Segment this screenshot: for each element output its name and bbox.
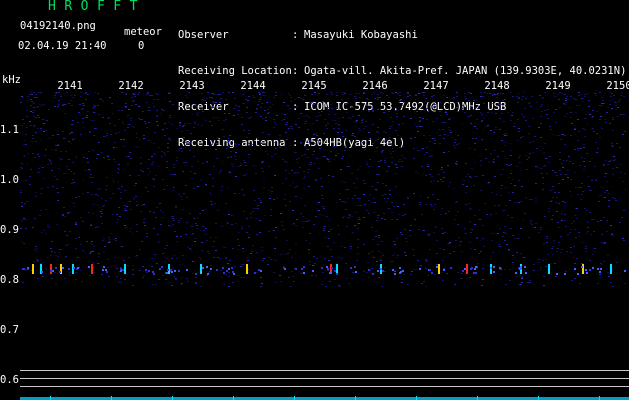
x-tick-label: 2142 (118, 80, 144, 92)
x-tick-label: 2150 (606, 80, 629, 92)
spectrogram (20, 92, 629, 400)
noise-field (20, 92, 627, 287)
info-row-observer: Observer: Masayuki Kobayashi (178, 29, 418, 41)
x-tick-label: 2149 (545, 80, 571, 92)
y-tick-label: 0.9 (0, 224, 19, 236)
y-tick-label: 0.6 (0, 374, 19, 386)
meteor-count: 0 (138, 40, 145, 52)
y-tick-label: 0.7 (0, 324, 19, 336)
info-key: Observer (178, 29, 229, 41)
spectrogram-canvas (20, 92, 629, 400)
echo-band (22, 264, 626, 275)
baseline-lines (20, 370, 629, 387)
info-key: Receiving Location (178, 65, 292, 77)
y-tick-label: 0.8 (0, 274, 19, 286)
x-tick-label: 2146 (362, 80, 388, 92)
file-name: 04192140.png (20, 20, 96, 32)
x-tick-label: 2148 (484, 80, 510, 92)
date-time: 02.04.19 21:40 (18, 40, 107, 52)
y-tick-label: 1.1 (0, 124, 19, 136)
y-tick-label: 1.0 (0, 174, 19, 186)
x-tick-label: 2145 (301, 80, 327, 92)
x-tick-label: 2143 (179, 80, 205, 92)
minute-ticks (20, 396, 629, 400)
info-row-location: Receiving Location: Ogata-vill. Akita-Pre… (178, 65, 627, 77)
y-axis-unit: kHz (2, 74, 21, 86)
x-tick-label: 2144 (240, 80, 266, 92)
info-value: Ogata-vill. Akita-Pref. JAPAN (139.9303E… (304, 65, 627, 77)
meteor-label: meteor (124, 26, 162, 38)
x-tick-label: 2141 (57, 80, 83, 92)
app-title: HROFFT (48, 0, 146, 14)
x-tick-label: 2147 (423, 80, 449, 92)
info-value: Masayuki Kobayashi (304, 29, 418, 41)
